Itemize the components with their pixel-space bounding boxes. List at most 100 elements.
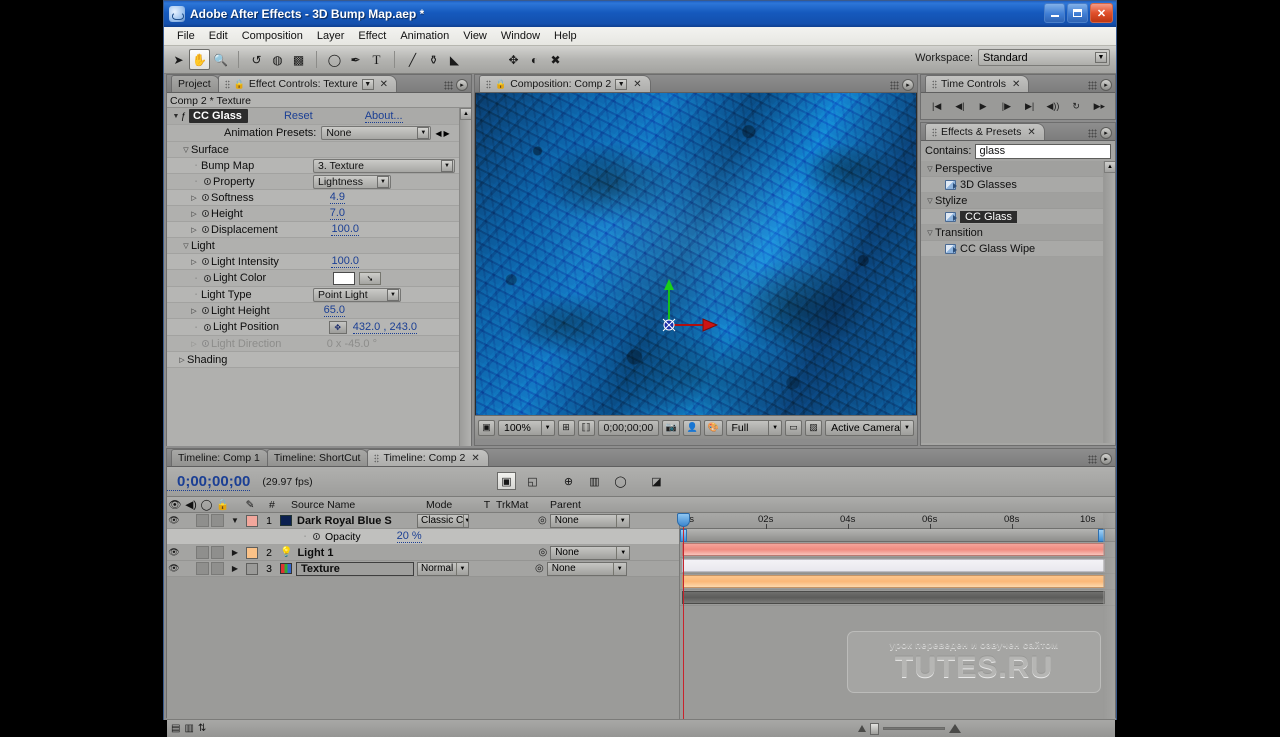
workspace-select[interactable]: Standard ▼ [978,49,1110,66]
clone-stamp-tool-icon[interactable]: ⚱ [423,49,444,70]
table-row[interactable]: 👁 ▶ 3 Texture Normal ▼ ◎ None ▼ [167,561,679,577]
effects-category-stylize[interactable]: ▽ Stylize [921,193,1115,209]
twirl-right-icon[interactable]: ▷ [189,307,199,315]
effects-item-cc-glass[interactable]: CC Glass [921,209,1115,225]
table-row[interactable]: 👁 ▶ 2 💡 Light 1 ◎ None ▼ [167,545,679,561]
shape-tool-icon[interactable]: ◯ [324,49,345,70]
timeline-vertical-scrollbar[interactable] [1103,513,1115,719]
softness-value[interactable]: 4.9 [329,191,345,204]
layer-name[interactable]: Light 1 [297,547,417,559]
group-light-row[interactable]: ▽ Light [167,238,471,254]
close-button[interactable]: ✕ [1090,3,1113,23]
twirl-down-icon[interactable]: ▼ [224,516,246,525]
transparency-grid-icon[interactable]: ▨ [805,419,823,436]
close-icon[interactable]: ✕ [1012,79,1020,90]
tab-timeline-comp2[interactable]: Timeline: Comp 2 ✕ [367,449,489,466]
brush-tool-icon[interactable]: ╱ [402,49,423,70]
blend-mode-select[interactable]: Normal ▼ [417,561,469,576]
menu-item-file[interactable]: File [170,28,202,44]
position-picker-icon[interactable]: ✥ [328,320,347,334]
close-icon[interactable]: ✕ [633,79,641,90]
pan-behind-tool-icon[interactable]: ▩ [288,49,309,70]
layer-name[interactable]: Dark Royal Blue S [297,515,417,527]
height-value[interactable]: 7.0 [329,207,345,220]
fx-toggle-icon[interactable]: ƒ [181,111,186,121]
graph-editor-icon[interactable]: ◪ [647,472,666,490]
effects-item-3d-glasses[interactable]: 3D Glasses [921,177,1115,193]
layer-switches-icon[interactable]: ▣ [497,472,516,490]
composition-panel-menu[interactable]: ▸ [890,79,914,91]
stopwatch-icon[interactable] [310,533,322,540]
menu-item-composition[interactable]: Composition [235,28,310,44]
camera-tool-icon[interactable]: ◍ [267,49,288,70]
comp-flowchart-icon[interactable]: ▤ [171,723,180,734]
panel-menu-icon[interactable]: ▸ [1100,453,1112,465]
panel-menu-icon[interactable]: ▸ [456,79,468,91]
tab-effect-controls[interactable]: 🔒 Effect Controls: Texture ▼ ✕ [217,75,398,92]
zoom-out-icon[interactable] [858,725,866,732]
ram-preview-button[interactable]: ▶▸ [1091,98,1108,114]
table-row[interactable]: 👁 ▼ 1 Dark Royal Blue S Classic C ▼ [167,513,679,529]
tab-timeline-comp1[interactable]: Timeline: Comp 1 [171,449,269,466]
label-color-chip[interactable] [246,546,258,559]
rotation-tool-icon[interactable]: ↺ [246,49,267,70]
play-button[interactable]: ▶ [975,98,992,114]
stopwatch-icon[interactable] [199,258,211,265]
zoom-slider-knob[interactable] [870,722,879,735]
lock-icon[interactable]: 🔒 [234,79,245,90]
bump-map-select[interactable]: 3. Texture ▼ [313,158,455,173]
lock-toggle[interactable] [211,546,224,559]
zoom-level-select[interactable]: 100% ▼ [498,419,555,436]
effect-controls-panel-menu[interactable]: ▸ [444,79,468,91]
solo-toggle[interactable] [196,546,209,559]
menu-item-window[interactable]: Window [494,28,547,44]
twirl-right-icon[interactable]: ▶ [224,548,246,557]
lock-toggle[interactable] [211,514,224,527]
eye-icon[interactable]: 👁 [167,515,181,526]
parent-pickwhip-icon[interactable]: ◎ [538,515,547,526]
layer-duration-bar[interactable] [682,543,1105,556]
layer-track-row[interactable] [680,574,1115,590]
property-duration-bar[interactable] [682,559,1105,572]
light-height-value[interactable]: 65.0 [323,304,345,317]
current-timecode-field[interactable]: 0;00;00;00 [597,419,660,436]
layer-track-row[interactable] [680,590,1115,606]
stopwatch-icon[interactable] [201,323,213,331]
effects-search-input[interactable]: glass [975,143,1111,159]
twirl-down-icon[interactable]: ▽ [181,242,191,250]
stopwatch-icon[interactable] [199,210,211,217]
effects-category-transition[interactable]: ▽ Transition [921,225,1115,241]
toggle-switches-icon[interactable]: ⇅ [198,723,206,734]
solo-toggle[interactable] [196,514,209,527]
audio-toggle-button[interactable]: ◀)) [1044,98,1061,114]
light-intensity-value[interactable]: 100.0 [331,255,359,268]
cti-handle[interactable] [677,513,690,527]
parent-pickwhip-icon[interactable]: ◎ [535,563,544,574]
preset-prev-icon[interactable]: ◀ [435,129,441,138]
light-type-select[interactable]: Point Light ▼ [313,287,401,302]
show-snapshot-icon[interactable]: 👤 [683,419,702,436]
region-of-interest-icon[interactable]: ⟦⟧ [577,419,595,436]
twirl-right-icon[interactable]: ▷ [189,210,199,218]
effects-scrollbar[interactable]: ▲ [1103,161,1115,443]
close-icon[interactable]: ✕ [1027,127,1035,138]
stopwatch-icon[interactable] [199,226,211,233]
panel-menu-icon[interactable]: ▸ [902,79,914,91]
region-render-icon[interactable]: ▭ [785,419,803,436]
puppet-starch-tool-icon[interactable]: ✖ [545,49,566,70]
hand-tool-icon[interactable]: ✋ [189,49,210,70]
resolution-select[interactable]: Full ▼ [725,419,783,436]
effect-controls-scrollbar[interactable]: ▲ [459,108,471,446]
parent-select[interactable]: None ▼ [546,561,627,576]
zoom-in-icon[interactable] [949,724,961,733]
stopwatch-icon[interactable] [201,274,213,282]
live-update-icon[interactable]: ⊕ [559,472,578,490]
time-ruler[interactable]: 0s 02s 04s 06s 08s 10s [680,513,1115,529]
lock-toggle[interactable] [211,562,224,575]
frame-blending-icon[interactable]: ▥ [184,723,193,734]
scroll-up-button[interactable]: ▲ [1104,161,1115,173]
layer-duration-bar[interactable] [682,591,1105,604]
first-frame-button[interactable]: |◀ [928,98,945,114]
blend-mode-select[interactable]: Classic C ▼ [417,513,469,528]
menu-item-effect[interactable]: Effect [351,28,393,44]
